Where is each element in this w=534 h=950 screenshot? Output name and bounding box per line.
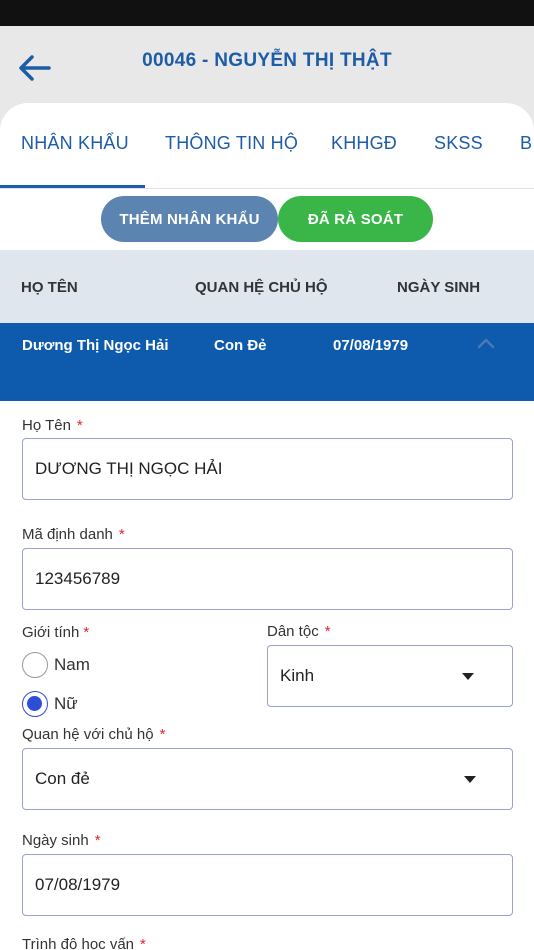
column-header-dob: NGÀY SINH [397,279,481,296]
tab-khhgd[interactable]: KHHGĐ [331,133,397,154]
dropdown-arrow-icon [464,776,476,783]
tab-thong-tin-ho[interactable]: THÔNG TIN HỘ [165,133,298,154]
dob-input[interactable]: 07/08/1979 [22,854,513,916]
tab-bar: NHÂN KHẨU THÔNG TIN HỘ KHHGĐ SKSS B [0,103,534,189]
tab-nhan-khau[interactable]: NHÂN KHẨU [21,133,129,154]
required-mark: * [83,624,90,641]
dob-label: Ngày sinh * [22,832,101,849]
required-mark: * [118,526,125,543]
reviewed-button[interactable]: ĐÃ RÀ SOÁT [278,196,433,242]
full-name-input[interactable]: DƯƠNG THỊ NGỌC HẢI [22,438,513,500]
content-card: NHÂN KHẨU THÔNG TIN HỘ KHHGĐ SKSS B THÊM… [0,103,534,950]
id-code-label: Mã định danh * [22,526,125,543]
row-name: Dương Thị Ngọc Hải [22,337,169,354]
ethnicity-select[interactable]: Kinh [267,645,513,707]
ethnicity-label: Dân tộc * [267,623,331,640]
gender-label: Giới tính * [22,624,90,641]
chevron-up-icon[interactable] [476,335,496,351]
member-form: Họ Tên * DƯƠNG THỊ NGỌC HẢI Mã định danh *… [3,401,531,950]
required-mark: * [140,936,146,950]
column-header-relation: QUAN HỆ CHỦ HỘ [195,279,328,296]
add-member-button[interactable]: THÊM NHÂN KHẨU [101,196,278,242]
tab-next-partial[interactable]: B [520,133,532,154]
page-title: 00046 - NGUYỄN THỊ THẬT [142,50,392,71]
full-name-label: Họ Tên * [22,417,83,434]
id-code-input[interactable]: 123456789 [22,548,513,610]
status-bar [0,0,534,26]
required-mark: * [324,623,331,640]
dropdown-arrow-icon [462,673,474,680]
table-row[interactable]: Dương Thị Ngọc Hải Con Đẻ 07/08/1979 [0,323,534,401]
ethnicity-value: Kinh [280,666,315,685]
gender-option-male[interactable]: Nam [54,655,90,675]
table-header: HỌ TÊN QUAN HỆ CHỦ HỘ NGÀY SINH [0,250,534,323]
education-label: Trình độ học vấn * [22,936,146,950]
row-dob: 07/08/1979 [333,337,409,354]
required-mark: * [159,726,166,743]
relation-label: Quan hệ với chủ hộ * [22,726,166,743]
gender-radio-female[interactable] [22,691,48,717]
gender-option-female[interactable]: Nữ [54,694,78,714]
relation-select[interactable]: Con đẻ [22,748,513,810]
required-mark: * [94,832,101,849]
relation-value: Con đẻ [35,769,90,788]
column-header-name: HỌ TÊN [21,279,78,296]
row-relation: Con Đẻ [214,337,267,354]
gender-radio-male[interactable] [22,652,48,678]
required-mark: * [76,417,83,434]
tab-skss[interactable]: SKSS [434,133,483,154]
active-tab-indicator [0,185,145,188]
